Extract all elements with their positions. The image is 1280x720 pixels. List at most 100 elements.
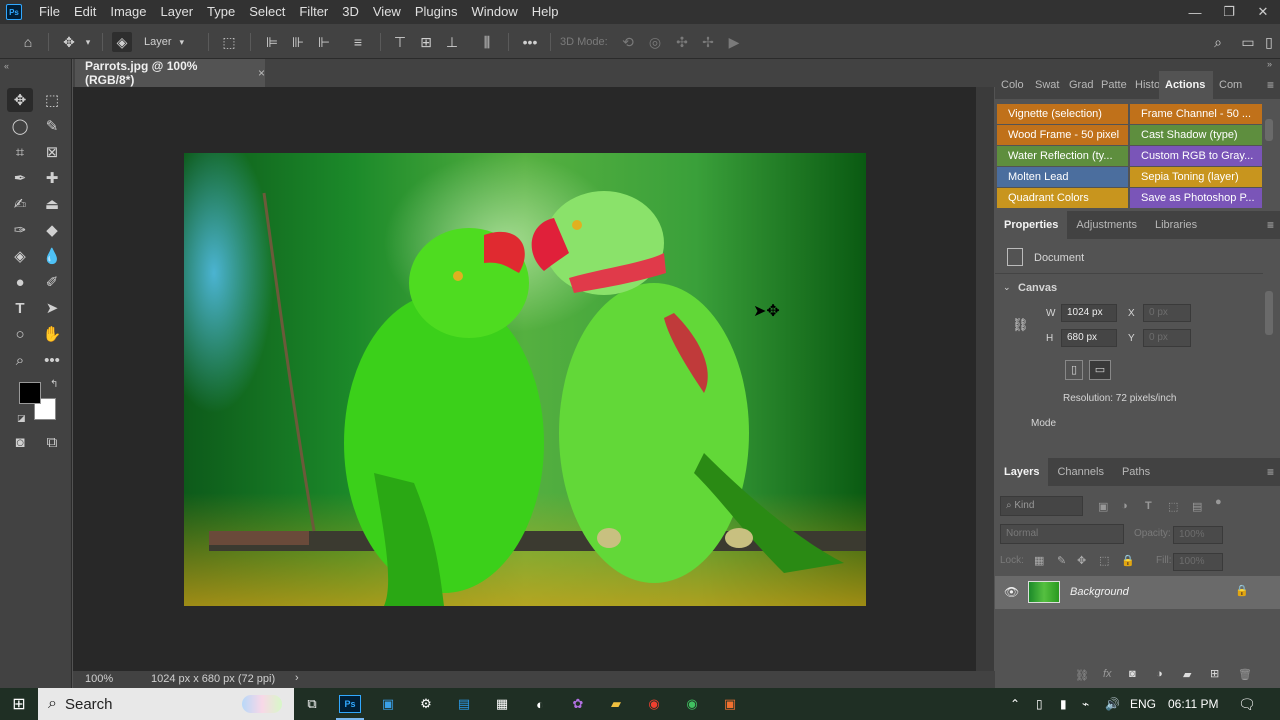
crop-tool-icon[interactable]: ⌗ (7, 140, 33, 164)
usb-icon[interactable]: ▯ (1036, 688, 1043, 720)
lasso-tool-icon[interactable]: ◯ (7, 114, 33, 138)
eyedropper-tool-icon[interactable]: ✒ (7, 166, 33, 190)
tab-history[interactable]: Histo (1129, 71, 1159, 99)
tab-gradients[interactable]: Grad (1063, 71, 1095, 99)
swap-colors-icon[interactable]: ↰ (50, 379, 58, 390)
tab-color[interactable]: Colo (995, 71, 1029, 99)
close-tab-icon[interactable]: × (258, 66, 265, 80)
action-button[interactable]: Save as Photoshop P... (1130, 188, 1262, 208)
move-tool-icon[interactable]: ✥ (59, 32, 79, 52)
menu-image[interactable]: Image (103, 0, 153, 24)
menu-window[interactable]: Window (464, 0, 524, 24)
filter-toggle-icon[interactable]: ● (1215, 496, 1222, 508)
align-right-icon[interactable]: ⊩ (314, 32, 334, 52)
healing-brush-tool-icon[interactable]: ✚ (39, 166, 65, 190)
pen-tool-icon[interactable]: ✐ (39, 270, 65, 294)
menu-edit[interactable]: Edit (67, 0, 103, 24)
calculator-icon[interactable]: ▦ (491, 694, 513, 714)
home-icon[interactable]: ⌂ (18, 32, 38, 52)
align-center-icon[interactable]: ⊪ (288, 32, 308, 52)
layer-row-background[interactable]: 👁 Background 🔒 (995, 576, 1280, 609)
close-window-button[interactable]: ✕ (1246, 0, 1280, 24)
panel-menu-icon[interactable]: ≡ (1267, 465, 1274, 479)
align-bottom-icon[interactable]: ⊥ (442, 32, 462, 52)
collapse-tools-icon[interactable]: « (4, 61, 9, 71)
shape-filter-icon[interactable]: ⬚ (1168, 500, 1178, 513)
language-indicator[interactable]: ENG (1130, 688, 1156, 720)
action-button[interactable]: Molten Lead (997, 167, 1128, 187)
lock-artboard-icon[interactable]: ⬚ (1099, 554, 1109, 567)
orbit-3d-icon[interactable]: ⟲ (618, 32, 638, 52)
action-button[interactable]: Custom RGB to Gray... (1130, 146, 1262, 166)
menu-filter[interactable]: Filter (292, 0, 335, 24)
properties-scrollbar[interactable] (1265, 291, 1273, 335)
panel-menu-icon[interactable]: ≡ (1267, 218, 1274, 232)
portrait-orientation-icon[interactable]: ▯ (1065, 360, 1083, 380)
menu-type[interactable]: Type (200, 0, 242, 24)
chevron-down-icon[interactable]: ▾ (82, 32, 94, 52)
task-view-icon[interactable]: ⧉ (301, 694, 323, 714)
align-top-icon[interactable]: ⊤ (390, 32, 410, 52)
show-hidden-icons[interactable]: ⌃ (1010, 688, 1020, 720)
parrots-image[interactable] (184, 153, 866, 606)
menu-layer[interactable]: Layer (154, 0, 201, 24)
path-select-tool-icon[interactable]: ➤ (39, 296, 65, 320)
blur-tool-icon[interactable]: 💧 (39, 244, 65, 268)
fx-icon[interactable]: fx (1103, 668, 1112, 680)
adjustment-layer-icon[interactable]: ◑ (1156, 668, 1163, 680)
history-brush-tool-icon[interactable]: ✑ (7, 218, 33, 242)
menu-file[interactable]: File (32, 0, 67, 24)
link-layers-icon[interactable]: ⛓ (1075, 669, 1089, 682)
edit-toolbar-icon[interactable]: ••• (39, 348, 65, 372)
lock-all-icon[interactable]: 🔒 (1121, 554, 1135, 567)
layer-kind-filter[interactable]: ⌕ Kind (1000, 496, 1083, 516)
marquee-tool-icon[interactable]: ⬚ (39, 88, 65, 112)
type-filter-icon[interactable]: T (1145, 500, 1152, 512)
menu-view[interactable]: View (366, 0, 408, 24)
tab-patterns[interactable]: Patte (1095, 71, 1129, 99)
tab-adjustments[interactable]: Adjustments (1067, 211, 1146, 239)
minimize-button[interactable]: — (1178, 0, 1212, 24)
lock-image-icon[interactable]: ✎ (1057, 554, 1066, 567)
collapse-panels-icon[interactable]: » (1267, 59, 1272, 69)
clock[interactable]: 06:11 PM (1168, 688, 1218, 720)
screen-mode-icon[interactable]: ⧉ (39, 430, 65, 454)
add-mask-icon[interactable]: ◙ (1129, 668, 1136, 680)
tab-comments[interactable]: Com (1213, 71, 1249, 99)
settings-icon[interactable]: ⚙ (415, 694, 437, 714)
menu-help[interactable]: Help (525, 0, 566, 24)
battery-icon[interactable]: ▮ (1060, 688, 1067, 720)
tab-paths[interactable]: Paths (1113, 458, 1159, 486)
camera-3d-icon[interactable]: ▶ (724, 32, 744, 52)
delete-layer-icon[interactable]: 🗑 (1238, 668, 1252, 681)
app-icon[interactable]: ▣ (719, 694, 741, 714)
slide-3d-icon[interactable]: ✢ (698, 32, 718, 52)
menu-plugins[interactable]: Plugins (408, 0, 465, 24)
chrome-icon[interactable]: ◉ (643, 694, 665, 714)
network-icon[interactable]: ⌁ (1082, 688, 1089, 720)
tab-properties[interactable]: Properties (995, 211, 1068, 239)
ellipse-tool-icon[interactable]: ○ (7, 322, 33, 346)
action-button[interactable]: Vignette (selection) (997, 104, 1128, 124)
tab-layers[interactable]: Layers (995, 458, 1049, 486)
vertical-scrollbar[interactable] (976, 87, 994, 671)
chrome-profile-icon[interactable]: ◉ (681, 694, 703, 714)
chevron-down-icon[interactable]: ⌄ (1003, 282, 1011, 293)
frame-tool-icon[interactable]: ⊠ (39, 140, 65, 164)
new-group-icon[interactable]: ▰ (1183, 668, 1191, 681)
transform-controls-icon[interactable]: ⬚ (219, 32, 239, 52)
action-button[interactable]: Water Reflection (ty... (997, 146, 1128, 166)
search-icon[interactable]: ⌕ (1208, 32, 1228, 52)
brush-tool-icon[interactable]: ✍ (7, 192, 33, 216)
workspace-icon[interactable]: ▭ (1238, 32, 1258, 52)
action-button[interactable]: Quadrant Colors (997, 188, 1128, 208)
type-tool-icon[interactable]: T (7, 296, 33, 320)
height-field[interactable]: 680 px (1061, 329, 1117, 347)
lock-icon[interactable]: 🔒 (1235, 584, 1249, 597)
adjustment-filter-icon[interactable]: ◑ (1121, 500, 1128, 512)
pixel-filter-icon[interactable]: ▣ (1098, 500, 1108, 513)
move-tool-icon[interactable]: ✥ (7, 88, 33, 112)
more-options-icon[interactable]: ••• (520, 32, 540, 52)
panel-menu-icon[interactable]: ≡ (1267, 78, 1274, 92)
align-left-icon[interactable]: ⊫ (262, 32, 282, 52)
